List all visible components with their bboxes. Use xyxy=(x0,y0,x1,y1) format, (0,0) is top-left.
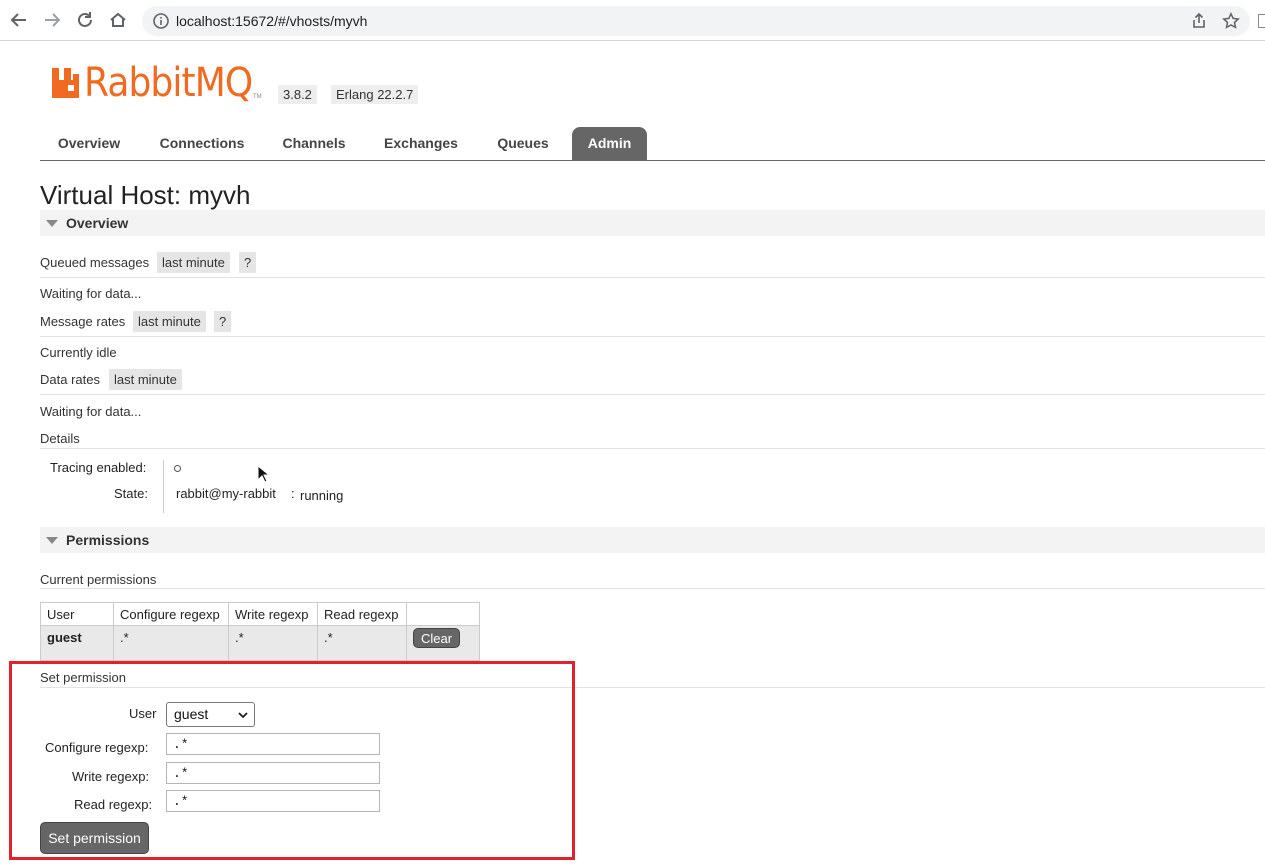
read-regexp-input[interactable] xyxy=(166,790,380,812)
mouse-cursor-icon xyxy=(257,465,269,483)
details-row: Details xyxy=(40,420,1265,449)
forward-arrow-icon[interactable] xyxy=(41,9,63,31)
permissions-section-toggle[interactable]: Permissions xyxy=(40,527,1265,553)
column-header-write: Write regexp xyxy=(228,602,318,626)
data-rates-row: Data rates last minute xyxy=(40,366,1265,395)
tracing-label: Tracing enabled: xyxy=(50,460,147,475)
tab-overview[interactable]: Overview xyxy=(44,127,134,160)
bookmark-star-icon[interactable] xyxy=(1222,12,1240,30)
permission-actions-cell: Clear xyxy=(406,625,480,661)
tab-queues[interactable]: Queues xyxy=(490,127,556,160)
details-label: Details xyxy=(40,431,80,446)
set-permission-button[interactable]: Set permission xyxy=(40,822,149,854)
queued-help-button[interactable]: ? xyxy=(239,252,257,273)
info-icon[interactable] xyxy=(152,12,170,30)
user-select[interactable]: guest xyxy=(166,702,255,727)
version-badge: 3.8.2 xyxy=(278,85,317,104)
reload-icon[interactable] xyxy=(74,9,96,31)
side-panel-icon[interactable] xyxy=(1258,14,1265,28)
logo-wordmark: RabbitMQ xyxy=(84,60,253,106)
column-header-user: User xyxy=(40,602,114,626)
user-field-label: User xyxy=(129,706,157,721)
permission-configure: .* xyxy=(113,625,229,661)
logo-trademark: TM xyxy=(253,94,262,100)
table-header-row: User Configure regexp Write regexp Read … xyxy=(40,602,480,626)
rabbitmq-logo-mark xyxy=(52,68,79,98)
write-regexp-label: Write regexp: xyxy=(72,769,150,784)
clear-permission-button[interactable]: Clear xyxy=(413,628,460,648)
page-title: Virtual Host: myvh xyxy=(40,180,251,210)
write-regexp-input[interactable] xyxy=(166,762,380,784)
rates-status: Currently idle xyxy=(40,345,117,360)
queued-range-selector[interactable]: last minute xyxy=(157,252,230,273)
collapse-triangle-icon xyxy=(46,537,58,544)
collapse-triangle-icon xyxy=(46,220,58,227)
message-rates-row: Message rates last minute ? xyxy=(40,308,1265,337)
tab-connections[interactable]: Connections xyxy=(154,127,250,160)
data-rates-label: Data rates xyxy=(40,372,100,387)
overview-section-toggle[interactable]: Overview xyxy=(40,210,1265,236)
permission-write: .* xyxy=(228,625,318,661)
browser-toolbar: localhost:15672/#/vhosts/myvh xyxy=(0,0,1265,41)
back-arrow-icon[interactable] xyxy=(8,9,30,31)
column-header-configure: Configure regexp xyxy=(113,602,229,626)
main-nav-tabs: Overview Connections Channels Exchanges … xyxy=(40,127,1265,161)
table-row: guest .* .* .* Clear xyxy=(40,625,480,661)
user-select-value: guest xyxy=(174,706,209,722)
tab-exchanges[interactable]: Exchanges xyxy=(378,127,464,160)
tab-channels[interactable]: Channels xyxy=(276,127,352,160)
message-rates-label: Message rates xyxy=(40,314,126,329)
erlang-version-badge: Erlang 22.2.7 xyxy=(331,85,419,104)
permissions-section-title: Permissions xyxy=(66,532,150,548)
current-permissions-row: Current permissions xyxy=(40,566,1265,589)
queued-status: Waiting for data... xyxy=(40,286,142,301)
queued-messages-row: Queued messages last minute ? xyxy=(40,249,1265,278)
details-divider xyxy=(163,460,164,513)
column-header-read: Read regexp xyxy=(317,602,407,626)
state-node[interactable]: rabbit@my-rabbit xyxy=(176,486,276,501)
set-permission-label: Set permission xyxy=(40,670,126,685)
share-icon[interactable] xyxy=(1190,12,1208,30)
url-text[interactable]: localhost:15672/#/vhosts/myvh xyxy=(176,13,367,29)
read-regexp-label: Read regexp: xyxy=(74,797,153,812)
state-value: running xyxy=(300,488,344,503)
configure-regexp-label: Configure regexp: xyxy=(45,740,149,755)
state-separator: : xyxy=(291,486,295,501)
column-header-actions xyxy=(406,602,480,626)
tracing-indicator xyxy=(174,465,181,472)
overview-section-title: Overview xyxy=(66,215,129,231)
data-status: Waiting for data... xyxy=(40,404,142,419)
permission-read: .* xyxy=(317,625,407,661)
rates-range-selector[interactable]: last minute xyxy=(133,311,206,332)
configure-regexp-input[interactable] xyxy=(166,733,380,755)
set-permission-row: Set permission xyxy=(40,665,1265,688)
home-icon[interactable] xyxy=(107,9,129,31)
permission-user[interactable]: guest xyxy=(40,625,114,661)
queued-messages-label: Queued messages xyxy=(40,255,150,270)
chevron-down-icon xyxy=(238,712,248,719)
tab-admin[interactable]: Admin xyxy=(572,127,647,160)
current-permissions-label: Current permissions xyxy=(40,572,157,587)
rates-help-button[interactable]: ? xyxy=(214,311,232,332)
data-range-selector[interactable]: last minute xyxy=(109,369,182,390)
state-label: State: xyxy=(114,486,148,501)
permissions-table: User Configure regexp Write regexp Read … xyxy=(40,602,480,661)
address-bar[interactable]: localhost:15672/#/vhosts/myvh xyxy=(142,6,1250,36)
